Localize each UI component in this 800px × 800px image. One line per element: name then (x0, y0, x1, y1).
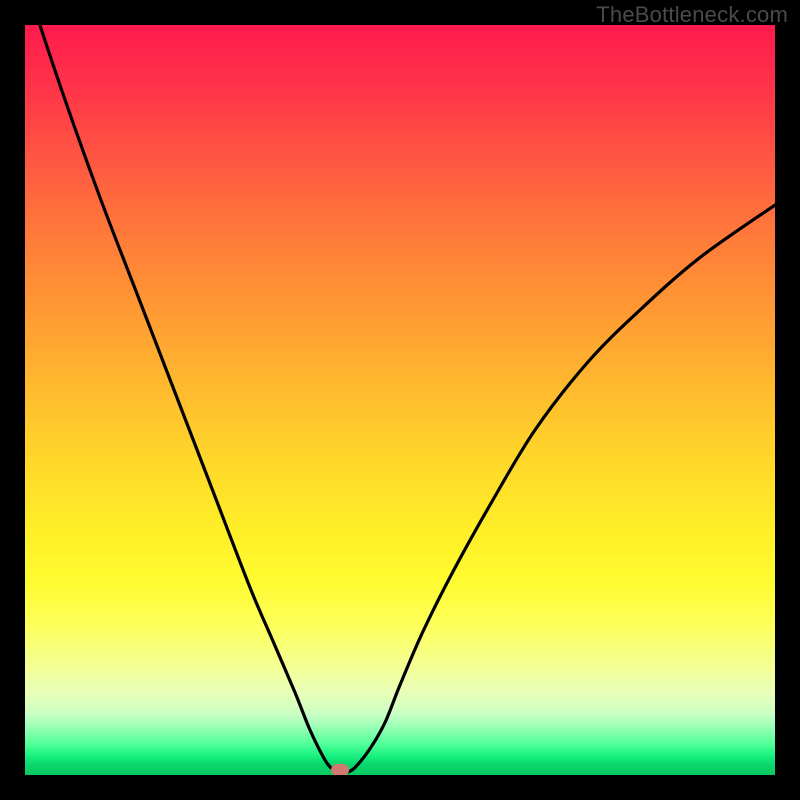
bottleneck-curve (25, 25, 775, 775)
minimum-marker (331, 764, 349, 775)
plot-area (25, 25, 775, 775)
watermark-text: TheBottleneck.com (596, 2, 788, 28)
chart-frame: TheBottleneck.com (0, 0, 800, 800)
